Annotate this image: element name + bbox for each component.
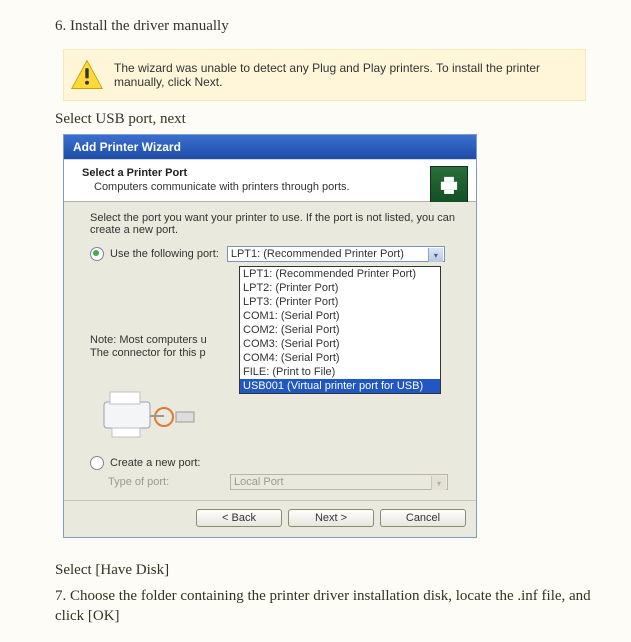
port-option[interactable]: COM1: (Serial Port)	[240, 309, 440, 323]
type-of-port-value: Local Port	[234, 476, 284, 488]
connector-note: Note: Most computers u The connector for…	[90, 334, 207, 360]
port-instruction: Select the port you want your printer to…	[90, 212, 464, 236]
step-6-heading: 6. Install the driver manually	[55, 18, 609, 35]
wizard-body: Select the port you want your printer to…	[64, 202, 476, 500]
select-have-disk-text: Select [Have Disk]	[55, 560, 609, 580]
warning-text: The wizard was unable to detect any Plug…	[114, 61, 575, 89]
radio-use-following-port[interactable]	[90, 247, 104, 261]
use-following-port-label: Use the following port:	[110, 248, 219, 260]
port-option[interactable]: FILE: (Print to File)	[240, 365, 440, 379]
chevron-down-icon[interactable]: ▾	[428, 248, 443, 262]
warning-icon	[70, 58, 104, 92]
port-option[interactable]: LPT1: (Recommended Printer Port)	[240, 267, 440, 281]
next-button[interactable]: Next >	[288, 509, 374, 527]
port-option[interactable]: COM2: (Serial Port)	[240, 323, 440, 337]
use-following-port-row[interactable]: Use the following port: LPT1: (Recommend…	[90, 246, 464, 262]
add-printer-wizard-window: Add Printer Wizard Select a Printer Port…	[63, 134, 477, 538]
port-option[interactable]: LPT2: (Printer Port)	[240, 281, 440, 295]
note-line-1: Note: Most computers u	[90, 334, 207, 347]
select-usb-caption: Select USB port, next	[55, 111, 609, 128]
note-line-2: The connector for this p	[90, 347, 207, 360]
wizard-header-title: Select a Printer Port	[82, 167, 464, 179]
port-select-value: LPT1: (Recommended Printer Port)	[231, 248, 404, 260]
wizard-header-subtitle: Computers communicate with printers thro…	[94, 181, 464, 193]
printer-icon	[430, 166, 468, 204]
create-new-port-label: Create a new port:	[110, 457, 201, 469]
printer-connector-illustration	[100, 382, 200, 442]
chevron-down-icon: ▾	[431, 476, 446, 490]
cancel-button[interactable]: Cancel	[380, 509, 466, 527]
back-button[interactable]: < Back	[196, 509, 282, 527]
radio-create-new-port[interactable]	[90, 456, 104, 470]
type-of-port-select: Local Port ▾	[230, 474, 448, 490]
wizard-header: Select a Printer Port Computers communic…	[64, 160, 476, 202]
wizard-button-bar: < Back Next > Cancel	[64, 500, 476, 537]
port-option[interactable]: LPT3: (Printer Port)	[240, 295, 440, 309]
port-option-usb001[interactable]: USB001 (Virtual printer port for USB)	[240, 379, 440, 393]
port-option[interactable]: COM4: (Serial Port)	[240, 351, 440, 365]
type-of-port-row: Type of port: Local Port ▾	[90, 474, 464, 490]
create-new-port-row[interactable]: Create a new port:	[90, 456, 464, 470]
port-dropdown-list[interactable]: LPT1: (Recommended Printer Port) LPT2: (…	[239, 266, 441, 394]
step-7-text: 7. Choose the folder containing the prin…	[55, 586, 609, 626]
type-of-port-label: Type of port:	[108, 476, 230, 488]
warning-banner: The wizard was unable to detect any Plug…	[63, 49, 586, 101]
port-option[interactable]: COM3: (Serial Port)	[240, 337, 440, 351]
window-titlebar: Add Printer Wizard	[64, 135, 476, 160]
port-select[interactable]: LPT1: (Recommended Printer Port) ▾	[227, 246, 445, 262]
